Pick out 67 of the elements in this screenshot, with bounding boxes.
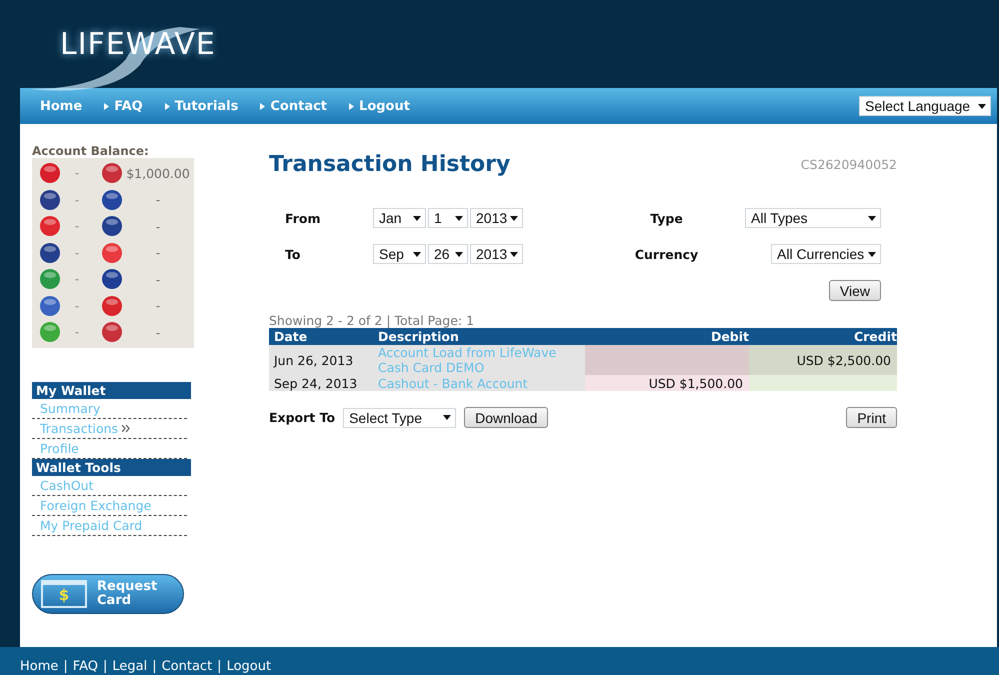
caret-icon	[413, 216, 421, 220]
account-id: CS2620940052	[800, 157, 897, 172]
balance-amount: -	[74, 298, 80, 313]
menu-heading: Wallet Tools	[32, 458, 191, 476]
results-summary: Showing 2 - 2 of 2 | Total Page: 1	[269, 313, 476, 328]
separator: |	[102, 659, 108, 674]
caret-icon	[510, 252, 518, 256]
column-header: Description	[373, 328, 585, 345]
field-label: Export To	[269, 410, 336, 425]
balance-amount: -	[154, 298, 162, 314]
field-label: Currency	[634, 246, 698, 262]
column-header: Debit	[585, 328, 749, 345]
table-cell: USD $1,500.00	[648, 376, 743, 390]
field-label: To	[285, 246, 300, 262]
date-select[interactable]: 26	[428, 244, 468, 264]
table-cell: Jun 26, 2013	[274, 352, 354, 368]
caret-icon	[443, 415, 452, 420]
footer-link[interactable]: Home	[20, 659, 58, 674]
footer-link[interactable]: Logout	[226, 659, 272, 674]
caret-icon	[455, 216, 463, 220]
separator: |	[152, 659, 157, 674]
column-header: Credit	[749, 328, 897, 345]
footer-link[interactable]: Contact	[162, 659, 212, 674]
table-cell: Sep 24, 2013	[274, 376, 358, 390]
separator: |	[63, 659, 68, 674]
column-header: Date	[269, 328, 373, 345]
request-card-button[interactable]: $ Request Card	[32, 574, 184, 614]
currency-select[interactable]: All Currencies	[771, 244, 881, 264]
balance-title: Account Balance:	[32, 144, 150, 158]
date-select[interactable]: 2013	[470, 244, 523, 264]
caret-icon	[510, 216, 518, 220]
table-cell: USD $2,500.00	[796, 352, 891, 368]
field-label: Type	[650, 210, 683, 226]
caret-icon	[868, 216, 876, 220]
balance-amount: -	[74, 272, 80, 286]
field-label: From	[285, 210, 321, 226]
download-button[interactable]: Download	[464, 407, 548, 428]
balance-amount: -	[74, 219, 80, 234]
page-title: Transaction History	[269, 152, 510, 177]
date-select[interactable]: Jan	[373, 208, 426, 228]
menu-heading: My Wallet	[32, 382, 191, 398]
date-select[interactable]: Sep	[373, 244, 426, 264]
footer-link[interactable]: Legal	[112, 659, 148, 674]
footer-link[interactable]: FAQ	[72, 659, 98, 674]
export-select[interactable]: Select Type	[343, 408, 456, 428]
balance-amount: -	[74, 166, 80, 180]
balance-amount: -	[154, 272, 162, 287]
caret-icon	[978, 104, 986, 108]
date-select[interactable]: 1	[428, 208, 468, 228]
balance-amount: -	[154, 192, 162, 208]
balance-amount: -	[74, 246, 80, 260]
date-select[interactable]: 2013	[470, 208, 523, 228]
caret-icon	[868, 252, 876, 256]
print-button[interactable]: Print	[846, 407, 897, 428]
caret-icon	[455, 252, 463, 256]
logo: LIFEWAVE	[60, 26, 216, 62]
balance-amount: -	[154, 324, 162, 340]
view-button[interactable]: View	[828, 280, 881, 301]
balance-amount: -	[74, 192, 80, 207]
type-select[interactable]: All Types	[745, 208, 881, 228]
caret-icon	[413, 252, 421, 256]
balance-amount: -	[154, 218, 162, 234]
separator: |	[217, 659, 222, 674]
balance-amount: -	[74, 325, 80, 340]
balance-amount: $1,000.00	[125, 166, 191, 181]
balance-amount: -	[154, 245, 162, 260]
language-select[interactable]: Select Language	[859, 96, 991, 116]
